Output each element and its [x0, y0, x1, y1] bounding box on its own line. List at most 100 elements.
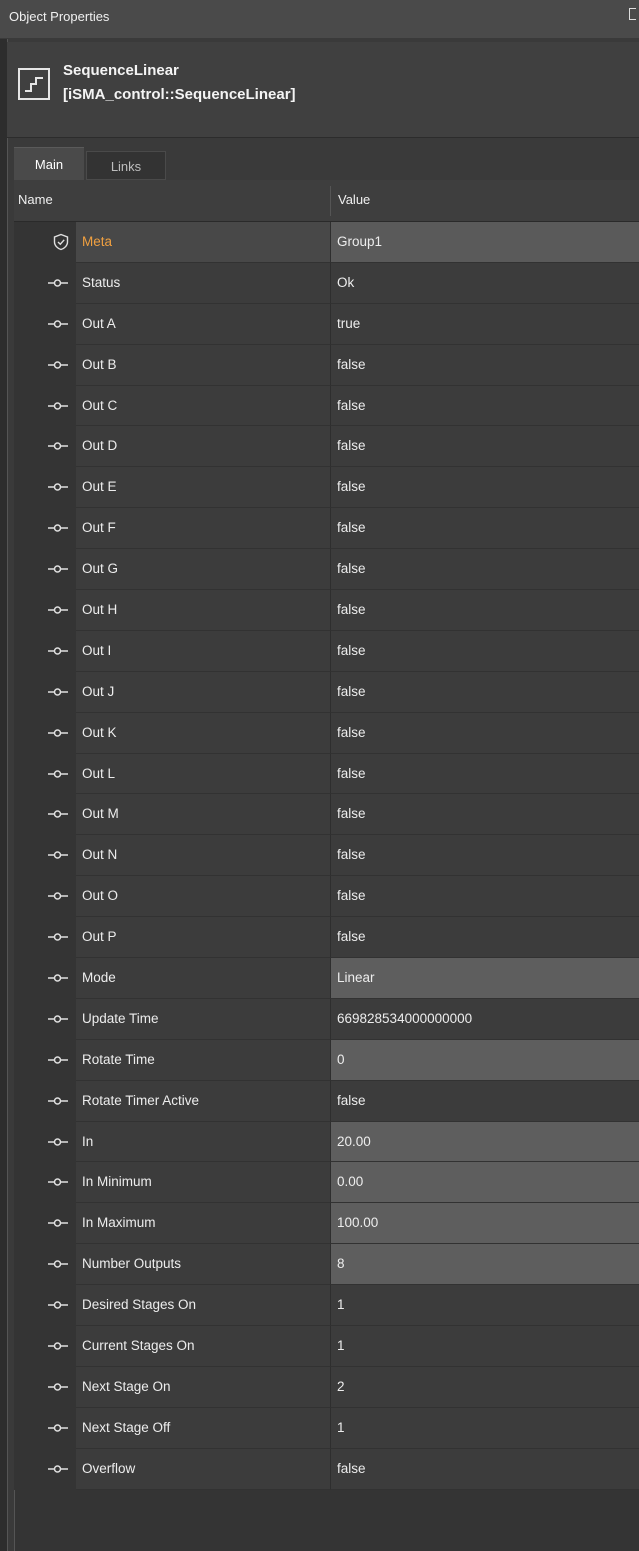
tab-main[interactable]: Main — [14, 147, 84, 180]
property-row[interactable]: Out O false — [14, 876, 639, 918]
property-row[interactable]: Rotate Timer Active false — [14, 1080, 639, 1122]
row-gutter — [14, 1448, 76, 1490]
row-gutter — [14, 344, 76, 386]
property-name: In Maximum — [82, 1215, 156, 1231]
property-row[interactable]: Out P false — [14, 917, 639, 959]
property-row[interactable]: Current Stages On 1 — [14, 1326, 639, 1367]
property-row[interactable]: Out C false — [14, 385, 639, 427]
property-row[interactable]: Out L false — [14, 753, 639, 795]
property-name: Out M — [82, 806, 119, 822]
property-name-cell: Desired Stages On — [76, 1285, 330, 1327]
slot-connector-icon — [47, 1421, 69, 1435]
property-name-cell: Update Time — [76, 998, 330, 1040]
row-gutter — [14, 1366, 76, 1408]
property-value-cell: false — [330, 1080, 639, 1122]
property-name-cell: Out F — [76, 508, 330, 550]
property-value: false — [337, 479, 366, 495]
property-name: Update Time — [82, 1010, 159, 1026]
row-gutter — [14, 508, 76, 550]
column-header-value[interactable]: Value — [338, 192, 370, 207]
property-value-field[interactable]: 100.00 — [330, 1203, 639, 1245]
property-row[interactable]: In Maximum 100.00 — [14, 1203, 639, 1245]
property-name: Out H — [82, 602, 118, 618]
property-row[interactable]: Out I false — [14, 630, 639, 672]
slot-connector-icon — [47, 767, 69, 781]
column-divider[interactable] — [330, 186, 331, 216]
row-gutter — [14, 876, 76, 918]
property-value-field[interactable]: 8 — [330, 1244, 639, 1286]
slot-connector-icon — [47, 726, 69, 740]
property-row[interactable]: Number Outputs 8 — [14, 1244, 639, 1286]
tab-links[interactable]: Links — [86, 151, 166, 180]
property-value-field[interactable]: Linear — [330, 958, 639, 999]
property-row[interactable]: In Minimum 0.00 — [14, 1162, 639, 1204]
property-row[interactable]: Update Time 669828534000000000 — [14, 998, 639, 1040]
property-name-cell: Out L — [76, 753, 330, 795]
slot-connector-icon — [47, 317, 69, 331]
property-value-field[interactable]: Group1 — [330, 222, 639, 263]
property-name-cell: Rotate Time — [76, 1039, 330, 1081]
property-row[interactable]: Out D false — [14, 426, 639, 468]
property-row[interactable]: Out N false — [14, 835, 639, 877]
property-row[interactable]: Mode Linear — [14, 958, 639, 999]
property-name-cell: Out I — [76, 630, 330, 672]
property-row[interactable]: Out E false — [14, 467, 639, 509]
property-row[interactable]: Overflow false — [14, 1448, 639, 1490]
sequence-block-icon — [18, 68, 50, 100]
property-name-cell: Status — [76, 262, 330, 304]
row-gutter — [14, 1407, 76, 1449]
property-row[interactable]: In 20.00 — [14, 1121, 639, 1163]
property-name-cell: Out O — [76, 876, 330, 918]
property-row[interactable]: Desired Stages On 1 — [14, 1285, 639, 1327]
property-value: 1 — [337, 1419, 345, 1435]
slot-connector-icon — [47, 521, 69, 535]
property-row[interactable]: Out J false — [14, 671, 639, 713]
row-gutter — [14, 1203, 76, 1245]
property-name-cell: Out N — [76, 835, 330, 877]
property-row[interactable]: Status Ok — [14, 262, 639, 304]
property-value: 0 — [337, 1051, 345, 1067]
slot-connector-icon — [47, 276, 69, 290]
slot-connector-icon — [47, 480, 69, 494]
property-row[interactable]: Rotate Time 0 — [14, 1039, 639, 1081]
property-name: Out O — [82, 888, 119, 904]
property-row[interactable]: Out K false — [14, 712, 639, 754]
property-name-cell: Out C — [76, 385, 330, 427]
property-name: Out G — [82, 561, 119, 577]
row-gutter — [14, 794, 76, 836]
property-row[interactable]: Out M false — [14, 794, 639, 836]
property-name: Out L — [82, 765, 116, 781]
property-name: Out K — [82, 724, 117, 740]
property-value-cell: false — [330, 467, 639, 509]
row-gutter — [14, 917, 76, 959]
pin-icon[interactable] — [629, 8, 636, 20]
row-gutter — [14, 385, 76, 427]
property-row[interactable]: Meta Group1 — [14, 222, 639, 263]
property-row[interactable]: Out G false — [14, 549, 639, 591]
property-name-cell: Out H — [76, 590, 330, 631]
property-name-cell: In — [76, 1121, 330, 1163]
property-value: 100.00 — [337, 1215, 379, 1231]
property-value: false — [337, 888, 366, 904]
slot-connector-icon — [47, 644, 69, 658]
property-value-field[interactable]: 20.00 — [330, 1121, 639, 1163]
slot-connector-icon — [47, 685, 69, 699]
slot-connector-icon — [47, 1053, 69, 1067]
property-row[interactable]: Out A true — [14, 303, 639, 345]
property-row[interactable]: Out F false — [14, 508, 639, 550]
property-value-cell: false — [330, 1448, 639, 1490]
property-name-cell: Next Stage On — [76, 1366, 330, 1408]
property-row[interactable]: Next Stage On 2 — [14, 1366, 639, 1408]
property-row[interactable]: Out H false — [14, 590, 639, 631]
property-row[interactable]: Out B false — [14, 344, 639, 386]
property-name-cell: Out B — [76, 344, 330, 386]
property-value-field[interactable]: 0.00 — [330, 1162, 639, 1204]
slot-connector-icon — [47, 848, 69, 862]
property-row[interactable]: Next Stage Off 1 — [14, 1407, 639, 1449]
property-name-cell: Out P — [76, 917, 330, 959]
property-value: false — [337, 724, 366, 740]
column-header-name[interactable]: Name — [18, 192, 53, 207]
property-value-field[interactable]: 0 — [330, 1039, 639, 1081]
window-titlebar: Object Properties — [0, 0, 639, 39]
property-value: false — [337, 683, 366, 699]
